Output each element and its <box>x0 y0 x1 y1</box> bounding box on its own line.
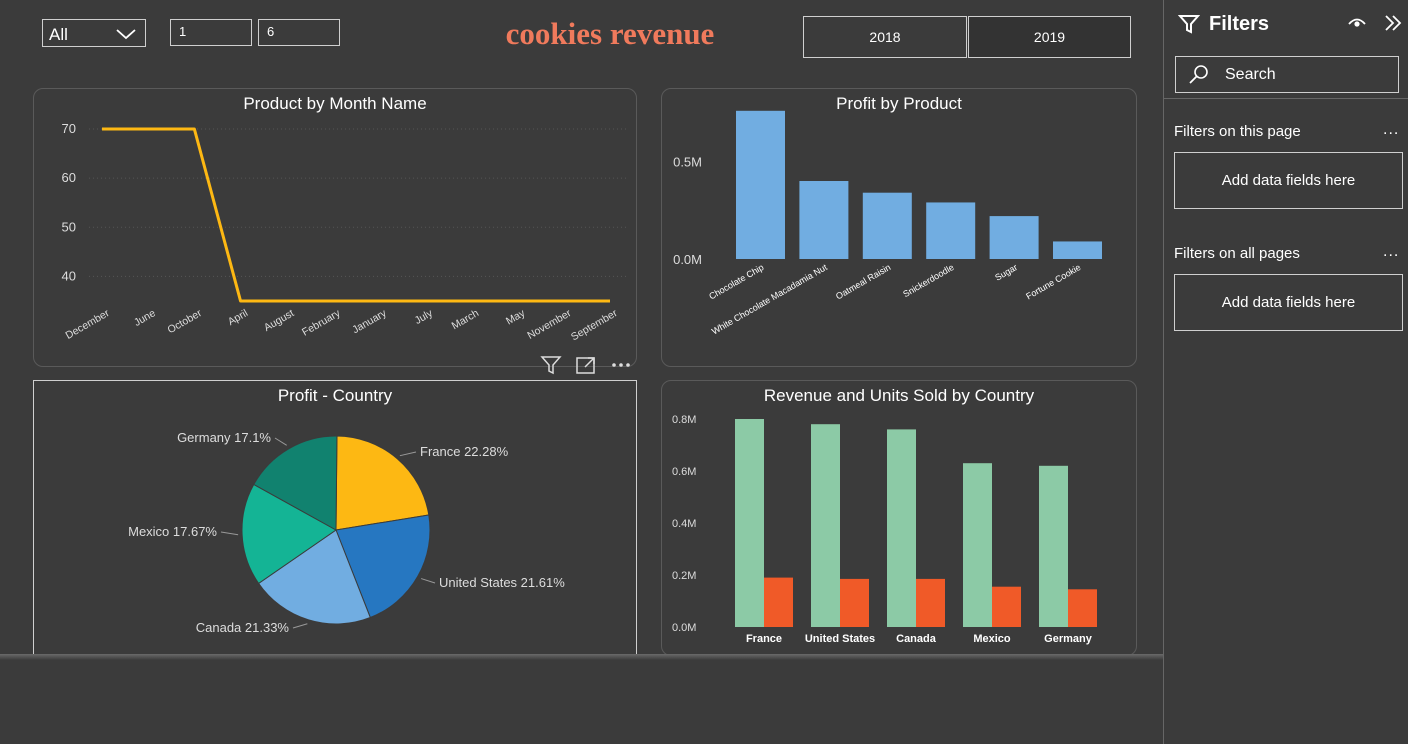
x-tick-label: France <box>746 633 782 645</box>
bar <box>989 216 1039 259</box>
x-tick-label: White Chocolate Macadamia Nut <box>710 262 829 337</box>
units-bar <box>992 586 1021 627</box>
line-chart: 70 60 50 40 December June October April August Fe… <box>62 121 629 343</box>
line-chart-card[interactable]: Product by Month Name 70 60 50 40 December Ju… <box>33 88 637 367</box>
x-tick-label: March <box>450 307 481 332</box>
filters-pane: Filters Search Filters on this page ... … <box>1163 0 1408 744</box>
range-end-input[interactable]: 6 <box>258 19 340 46</box>
report-canvas: All 1 6 cookies revenue 2018 2019 Produc… <box>0 0 1163 656</box>
filters-all-pages-heading: Filters on all pages <box>1174 245 1300 262</box>
x-tick-label: Snickerdoodle <box>901 262 955 299</box>
y-tick-label: 0.6M <box>672 466 696 478</box>
x-tick-label: Mexico <box>973 633 1011 645</box>
pie-data-label: United States 21.61% <box>439 575 565 590</box>
bar <box>926 202 976 259</box>
bar <box>1053 241 1102 259</box>
this-page-more-button[interactable]: ... <box>1383 121 1399 139</box>
x-tick-label: Sugar <box>993 262 1019 283</box>
pie-leader-line <box>420 578 436 584</box>
pie-data-label: Canada 21.33% <box>196 620 290 635</box>
filters-search-input[interactable]: Search <box>1175 56 1399 93</box>
x-tick-label: July <box>413 307 436 327</box>
revenue-units-card[interactable]: Revenue and Units Sold by Country 0.8M 0.… <box>661 380 1137 656</box>
y-tick-label: 0.2M <box>672 570 696 582</box>
profit-country-pie-chart: France 22.28% United States 21.61% Canada … <box>128 430 565 635</box>
pie-data-label: Mexico 17.67% <box>128 524 217 539</box>
revenue-bar <box>1039 465 1068 627</box>
more-options-icon[interactable] <box>610 354 632 376</box>
pie-leader-line <box>399 451 417 457</box>
x-tick-label: Germany <box>1044 633 1093 645</box>
units-bar <box>1068 589 1097 627</box>
y-tick-label: 0.0M <box>673 252 702 267</box>
x-tick-label: Canada <box>896 633 937 645</box>
y-tick-label: 70 <box>62 121 76 136</box>
x-tick-label: May <box>504 307 528 328</box>
revenue-bar <box>811 424 840 627</box>
filters-pane-title: Filters <box>1209 13 1270 35</box>
revenue-units-chart: 0.8M 0.6M 0.4M 0.2M 0.0M France United States C… <box>672 414 1097 645</box>
search-placeholder: Search <box>1225 66 1276 83</box>
y-tick-label: 40 <box>62 268 76 283</box>
report-title: cookies revenue <box>505 16 715 51</box>
profit-by-product-card[interactable]: Profit by Product 0.5M 0.0M Chocolate Chip… <box>661 88 1137 367</box>
bar <box>736 110 785 259</box>
x-tick-label: April <box>226 307 250 328</box>
pie-leader-line <box>220 531 239 536</box>
y-tick-label: 0.5M <box>673 155 702 170</box>
line-series <box>102 127 610 303</box>
filter-icon[interactable] <box>540 354 562 376</box>
y-tick-label: 60 <box>62 170 76 185</box>
chevron-down-icon <box>116 29 136 40</box>
x-tick-label: August <box>262 307 296 334</box>
dropdown-value: All <box>49 25 68 44</box>
x-tick-label: Chocolate Chip <box>707 262 765 301</box>
units-bar <box>764 577 793 627</box>
profit-country-card[interactable]: Profit - Country France 22.28% United Sta… <box>33 380 637 656</box>
x-tick-label: January <box>350 307 389 336</box>
year-2018-button[interactable]: 2018 <box>803 16 967 58</box>
pie-data-label: Germany 17.1% <box>177 430 271 445</box>
y-tick-label: 0.4M <box>672 518 696 530</box>
range-start-input[interactable]: 1 <box>170 19 252 46</box>
all-pages-drop-well[interactable]: Add data fields here <box>1174 274 1403 331</box>
canvas-bottom-edge <box>0 654 1163 660</box>
category-dropdown-slicer[interactable]: All <box>42 19 146 47</box>
this-page-drop-well[interactable]: Add data fields here <box>1174 152 1403 209</box>
y-tick-label: 50 <box>62 219 76 234</box>
pie-data-label: France 22.28% <box>420 444 509 459</box>
filter-icon <box>1178 15 1200 34</box>
search-icon <box>1189 65 1208 84</box>
year-2019-button[interactable]: 2019 <box>968 16 1131 58</box>
eye-icon[interactable] <box>1347 15 1367 29</box>
pie-leader-line <box>292 623 308 629</box>
revenue-bar <box>735 419 764 627</box>
x-tick-label: October <box>166 307 205 336</box>
x-tick-label: Fortune Cookie <box>1024 262 1082 301</box>
visual-header <box>540 354 634 376</box>
x-tick-label: Oatmeal Raisin <box>834 262 892 301</box>
x-tick-label: June <box>132 307 158 329</box>
profit-by-product-chart: 0.5M 0.0M Chocolate ChipWhite Chocolate Ma… <box>673 110 1102 337</box>
divider <box>1164 98 1408 99</box>
bar <box>862 192 912 259</box>
x-tick-label: September <box>569 307 620 343</box>
x-tick-label: November <box>525 307 573 342</box>
x-tick-label: United States <box>805 633 875 645</box>
bar <box>799 181 849 259</box>
focus-mode-icon[interactable] <box>575 354 597 376</box>
collapse-pane-icon[interactable] <box>1383 14 1403 32</box>
revenue-bar <box>963 463 992 627</box>
x-tick-label: December <box>64 307 112 342</box>
units-bar <box>840 578 869 627</box>
revenue-bar <box>887 429 916 627</box>
x-tick-label: February <box>300 307 343 339</box>
all-pages-more-button[interactable]: ... <box>1383 243 1399 261</box>
pie-slice <box>335 435 430 531</box>
y-tick-label: 0.8M <box>672 414 696 426</box>
units-bar <box>916 578 945 627</box>
pie-leader-line <box>274 437 287 446</box>
y-tick-label: 0.0M <box>672 622 696 634</box>
filters-this-page-heading: Filters on this page <box>1174 123 1301 140</box>
